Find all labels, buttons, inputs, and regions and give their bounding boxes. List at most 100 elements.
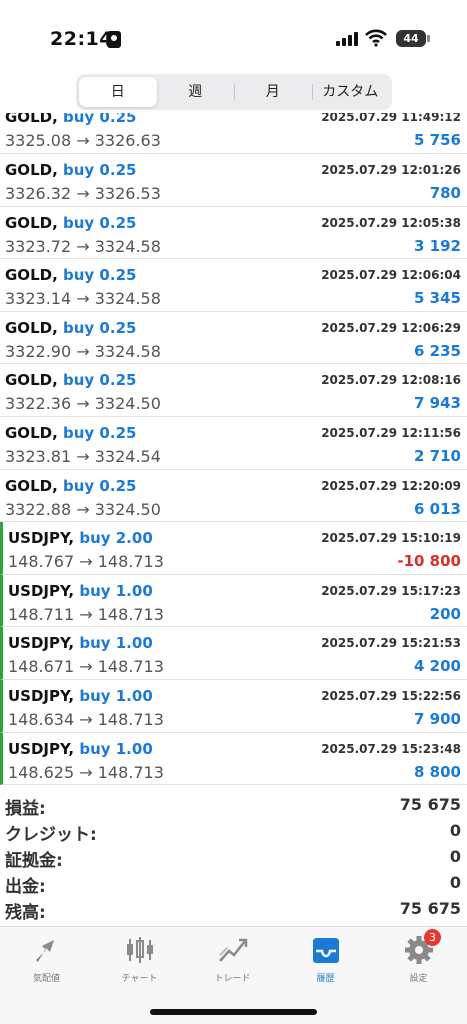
deal-time: 2025.07.29 15:17:23 <box>321 583 461 598</box>
deal-prices: 148.634 → 148.713 <box>8 709 164 729</box>
deal-symbol: GOLD, buy 0.25 <box>5 318 137 337</box>
summary-value: 75 675 <box>399 795 461 814</box>
gear-icon: 3 <box>372 929 465 965</box>
deal-symbol: GOLD, buy 0.25 <box>5 266 137 285</box>
segment-week[interactable]: 週 <box>157 77 235 107</box>
history-list[interactable]: GOLD, buy 0.25 2025.07.29 11:49:12 3325.08… <box>0 113 467 787</box>
wifi-icon <box>365 29 387 47</box>
deal-direction: buy 0.25 <box>63 371 137 390</box>
deal-direction: buy 1.00 <box>79 686 153 705</box>
deal-row[interactable]: USDJPY, buy 1.00 2025.07.29 15:23:48 148.6… <box>0 732 467 786</box>
cellular-signal-icon <box>336 32 358 46</box>
summary-row: 出金: 0 <box>0 870 467 897</box>
deal-direction: buy 1.00 <box>79 581 153 600</box>
deal-prices: 3323.81 → 3324.54 <box>5 446 161 466</box>
segment-custom[interactable]: カスタム <box>311 77 390 107</box>
deal-symbol: GOLD, buy 0.25 <box>5 423 137 442</box>
summary-value: 0 <box>449 847 461 866</box>
deal-symbol: GOLD, buy 0.25 <box>5 213 137 232</box>
deal-profit: 8 800 <box>414 762 461 781</box>
deal-direction: buy 0.25 <box>63 266 137 285</box>
tab-chart[interactable]: チャート <box>93 935 186 984</box>
deal-prices: 3326.32 → 3326.53 <box>5 184 161 203</box>
deal-row[interactable]: GOLD, buy 0.25 2025.07.29 12:06:04 3323.14… <box>0 259 467 312</box>
deal-prices: 3322.88 → 3324.50 <box>5 499 161 519</box>
deal-profit: 6 235 <box>414 341 461 360</box>
summary-label: 損益: <box>5 799 46 819</box>
deal-time: 2025.07.29 15:21:53 <box>321 636 461 651</box>
deal-direction: buy 0.25 <box>63 318 137 337</box>
summary-label: 証拠金: <box>5 851 63 871</box>
tab-label: 気配値 <box>32 974 60 984</box>
deal-time: 2025.07.29 15:10:19 <box>321 531 461 546</box>
deal-row[interactable]: GOLD, buy 0.25 2025.07.29 12:05:38 3323.72… <box>0 207 467 260</box>
deal-symbol: USDJPY, buy 1.00 <box>8 739 153 758</box>
segment-month[interactable]: 月 <box>234 77 312 107</box>
summary-row: クレジット: 0 <box>0 818 467 845</box>
deal-time: 2025.07.29 12:05:38 <box>321 215 461 230</box>
deal-prices: 148.711 → 148.713 <box>8 604 164 624</box>
deal-profit: 5 345 <box>414 289 461 308</box>
deal-row[interactable]: GOLD, buy 0.25 2025.07.29 12:20:09 3322.88… <box>0 470 467 523</box>
id-card-icon <box>107 31 121 48</box>
segment-day[interactable]: 日 <box>79 77 157 107</box>
summary-value: 75 675 <box>399 899 461 918</box>
deal-direction: buy 2.00 <box>79 529 153 548</box>
status-bar: 22:14 44 <box>0 0 467 62</box>
period-segmented-control: 日 週 月 カスタム <box>76 74 392 110</box>
deal-profit: 4 200 <box>414 657 461 676</box>
deal-direction: buy 0.25 <box>63 476 137 495</box>
battery-icon: 44 <box>396 30 430 47</box>
deal-prices: 148.767 → 148.713 <box>8 552 164 572</box>
deal-direction: buy 1.00 <box>79 739 153 758</box>
deal-row[interactable]: USDJPY, buy 2.00 2025.07.29 15:10:19 148.7… <box>0 522 467 575</box>
deal-profit: 3 192 <box>414 236 461 255</box>
deal-time: 2025.07.29 15:23:48 <box>321 741 461 756</box>
deal-symbol: GOLD, buy 0.25 <box>5 161 137 179</box>
chart-candles-icon <box>93 935 186 965</box>
deal-prices: 3322.36 → 3324.50 <box>5 394 161 414</box>
deal-row[interactable]: USDJPY, buy 1.00 2025.07.29 15:22:56 148.6… <box>0 679 467 733</box>
deal-prices: 3323.14 → 3324.58 <box>5 289 161 309</box>
tab-trade[interactable]: トレード <box>186 935 279 984</box>
summary-block: 損益: 75 675 クレジット: 0 証拠金: 0 出金: 0 残高: 75 675 <box>0 792 467 923</box>
deal-row[interactable]: GOLD, buy 0.25 2025.07.29 12:06:29 3322.90… <box>0 312 467 365</box>
deal-row[interactable]: USDJPY, buy 1.00 2025.07.29 15:21:53 148.6… <box>0 627 467 680</box>
deal-symbol: USDJPY, buy 1.00 <box>8 581 153 600</box>
deal-row[interactable]: GOLD, buy 0.25 2025.07.29 12:11:56 3323.81… <box>0 417 467 470</box>
deal-profit: 200 <box>429 604 461 623</box>
deal-time: 2025.07.29 12:06:04 <box>321 268 461 283</box>
tab-label: トレード <box>214 974 251 984</box>
deal-prices: 3322.90 → 3324.58 <box>5 341 161 361</box>
tab-history[interactable]: 履歴 <box>279 935 372 984</box>
home-indicator <box>150 1009 317 1015</box>
settings-notification-badge: 3 <box>424 929 441 946</box>
summary-row: 損益: 75 675 <box>0 792 467 819</box>
deal-row[interactable]: GOLD, buy 0.25 2025.07.29 12:08:16 3322.36… <box>0 364 467 417</box>
deal-time: 2025.07.29 15:22:56 <box>321 688 461 703</box>
deal-time: 2025.07.29 12:11:56 <box>321 425 461 440</box>
status-time: 22:14 <box>50 28 113 50</box>
deal-symbol: GOLD, buy 0.25 <box>5 371 137 390</box>
summary-value: 0 <box>449 821 461 840</box>
deal-symbol: USDJPY, buy 1.00 <box>8 634 153 653</box>
tab-label: 設定 <box>409 974 428 984</box>
tab-quotes[interactable]: 気配値 <box>0 935 93 984</box>
deal-profit: 7 943 <box>414 394 461 413</box>
deal-prices: 148.625 → 148.713 <box>8 762 164 782</box>
deal-row[interactable]: GOLD, buy 0.25 2025.07.29 11:49:12 3325.08… <box>0 113 467 154</box>
summary-value: 0 <box>449 873 461 892</box>
history-inbox-icon <box>279 935 372 965</box>
deal-row[interactable]: GOLD, buy 0.25 2025.07.29 12:01:26 3326.32… <box>0 154 467 207</box>
deal-row[interactable]: USDJPY, buy 1.00 2025.07.29 15:17:23 148.7… <box>0 574 467 628</box>
deal-time: 2025.07.29 12:01:26 <box>321 163 461 177</box>
deal-direction: buy 0.25 <box>63 423 137 442</box>
deal-symbol: USDJPY, buy 1.00 <box>8 686 153 705</box>
tab-settings[interactable]: 3 設定 <box>372 929 465 984</box>
deal-symbol: GOLD, buy 0.25 <box>5 113 136 126</box>
deal-profit: 2 710 <box>414 446 461 465</box>
summary-label: 出金: <box>5 877 46 897</box>
summary-label: 残高: <box>5 903 46 923</box>
deal-profit: 6 013 <box>414 499 461 518</box>
deal-time: 2025.07.29 12:08:16 <box>321 373 461 388</box>
